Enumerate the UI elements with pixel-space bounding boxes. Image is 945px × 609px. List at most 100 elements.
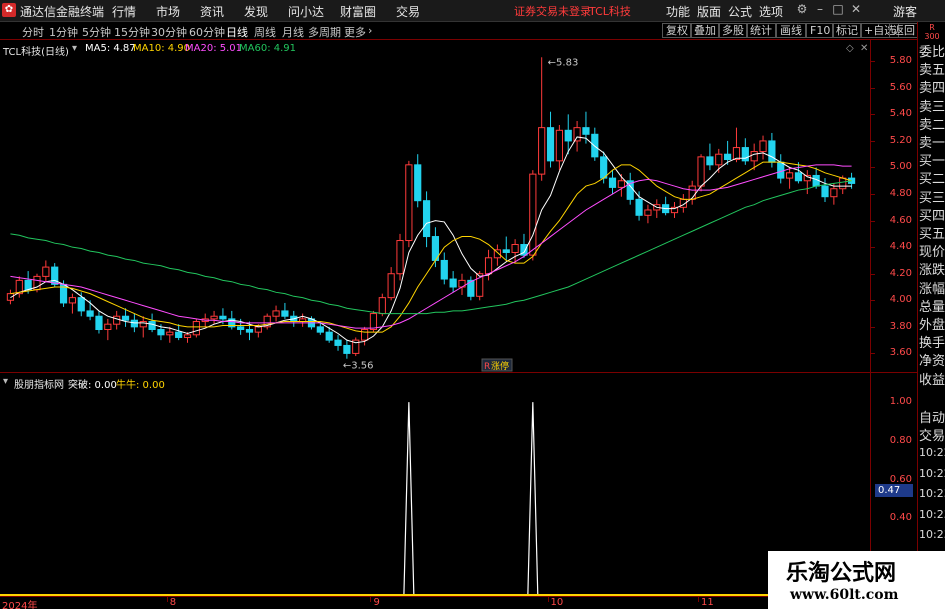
menu-item-function[interactable]: 功能: [666, 3, 690, 20]
quote-field-label: 买三: [919, 190, 945, 206]
menu-item-quotes[interactable]: 行情: [112, 3, 136, 20]
price-tick-mark: [871, 220, 875, 222]
date-tick-label: 10: [550, 597, 564, 608]
period-30min[interactable]: 30分钟: [151, 24, 187, 40]
quote-field-label: 收益: [919, 372, 945, 388]
quote-field-label[interactable]: 自动: [919, 412, 945, 426]
candle-body: [546, 127, 555, 162]
candle-body: [608, 177, 617, 188]
maximize-icon[interactable]: □: [830, 2, 846, 16]
price-tick-label: 3.80: [889, 320, 912, 332]
toolbar-back[interactable]: 返回: [889, 23, 919, 38]
candle-body: [715, 153, 723, 166]
toolbar-draw-line[interactable]: 画线: [776, 23, 806, 38]
trade-login-status[interactable]: 证券交易未登录: [514, 3, 591, 19]
price-tick-label: 4.00: [889, 294, 912, 306]
toolbar-multi-stock[interactable]: 多股: [718, 23, 748, 38]
candle-body: [839, 177, 847, 190]
period-monthly[interactable]: 月线: [282, 24, 304, 40]
quote-field-label: 委比: [919, 45, 945, 60]
menu-item-trade[interactable]: 交易: [396, 3, 420, 20]
price-tick-label: 4.80: [889, 188, 912, 200]
price-tick-mark: [871, 140, 875, 142]
menu-item-options[interactable]: 选项: [759, 3, 783, 20]
price-tick-mark: [871, 87, 875, 89]
quote-field-label[interactable]: 交易: [919, 430, 945, 444]
menu-item-assistant[interactable]: 问小达: [288, 3, 324, 20]
minimize-icon[interactable]: –: [812, 2, 828, 16]
candle-body: [405, 164, 413, 242]
quote-panel[interactable]: R 300 委比 卖五 卖四 卖三 卖二 卖一 买一 买二 买三 买四 买五 现价 涨跌 涨幅 总量 外盘 换手…: [917, 22, 945, 609]
candle-body: [697, 156, 705, 187]
candle-body: [529, 173, 537, 256]
price-tick-label: 5.80: [889, 55, 912, 67]
dropdown-circle-icon[interactable]: ▾: [72, 43, 77, 54]
candle-body: [77, 297, 85, 312]
price-tick-label: 4.60: [889, 214, 912, 226]
candle-body: [42, 266, 50, 277]
close-icon[interactable]: ✕: [848, 2, 864, 16]
quote-field-label: 买四: [919, 208, 945, 224]
settings-icon[interactable]: ⚙: [794, 2, 810, 16]
collapse-diamond-icon[interactable]: ◇: [846, 43, 854, 54]
guest-user[interactable]: 游客: [893, 3, 917, 20]
breakout-signal-spike: [403, 402, 415, 597]
tick-time: 10:23: [919, 507, 945, 521]
period-multi[interactable]: 多周期: [308, 24, 341, 40]
quote-panel-code: 300: [924, 32, 940, 41]
candle-body: [6, 293, 15, 301]
watermark-url: www.60lt.com: [790, 587, 899, 603]
menu-item-layout[interactable]: 版面: [697, 3, 721, 20]
period-15min[interactable]: 15分钟: [114, 24, 150, 40]
menu-item-news[interactable]: 资讯: [200, 3, 224, 20]
date-tick-mark: [166, 597, 168, 602]
candle-body: [68, 297, 77, 304]
toolbar-mark[interactable]: 标记: [832, 23, 862, 38]
period-timeshare[interactable]: 分时: [22, 24, 44, 40]
kline-plot[interactable]: ←5.83 ←3.56 R 涨停: [0, 40, 870, 372]
period-daily[interactable]: 日线: [226, 24, 248, 40]
indicator-pane[interactable]: ▾ 股朋指标网 突破: 0.00 牛牛: 0.00: [0, 373, 870, 597]
candle-body: [759, 140, 767, 153]
period-more[interactable]: 更多: [344, 24, 366, 40]
toolbar-restore-rights[interactable]: 复权: [662, 23, 692, 38]
candle-body: [564, 129, 572, 142]
price-tick-mark: [871, 326, 875, 328]
ma60-line: [10, 180, 852, 315]
candle-body: [830, 188, 838, 198]
price-tick-mark: [871, 167, 875, 169]
toolbar-statistics[interactable]: 统计: [746, 23, 776, 38]
toolbar-overlay[interactable]: 叠加: [690, 23, 720, 38]
watermark-title: 乐淘公式网: [786, 560, 897, 586]
kline-chart[interactable]: ←5.83 ←3.56 R 涨停 TCL科技(日线) ▾ MA5: 4.87 MA10…: [0, 40, 870, 372]
quote-field-label: 涨跌: [919, 263, 945, 279]
candle-body: [440, 259, 448, 280]
period-1min[interactable]: 1分钟: [49, 24, 78, 40]
chart-title: TCL科技(日线): [3, 47, 69, 58]
candle-body: [741, 147, 749, 162]
price-tick-label: 5.40: [889, 108, 912, 120]
price-tick-label: 5.60: [889, 81, 912, 93]
price-tick-mark: [871, 273, 875, 275]
candle-body: [555, 129, 563, 162]
candle-body: [777, 161, 785, 179]
chevron-right-icon[interactable]: ›: [368, 24, 372, 37]
period-weekly[interactable]: 周线: [254, 24, 276, 40]
app-title: 通达信金融终端: [20, 5, 105, 19]
tick-time: 10:23: [919, 528, 945, 542]
tick-time: 10:23: [919, 487, 945, 501]
menu-item-market[interactable]: 市场: [156, 3, 180, 20]
date-tick-mark: [698, 597, 700, 602]
menu-item-community[interactable]: 财富圈: [340, 3, 376, 20]
menu-item-discover[interactable]: 发现: [244, 3, 268, 20]
menu-item-formula[interactable]: 公式: [728, 3, 752, 20]
quote-field-label: 外盘: [919, 318, 945, 333]
period-60min[interactable]: 60分钟: [189, 24, 225, 40]
quote-field-label: 买一: [919, 154, 945, 170]
date-tick-label: 2024年: [2, 601, 38, 609]
indicator-dropdown-icon[interactable]: ▾: [3, 376, 8, 387]
indicator-plot[interactable]: [0, 373, 870, 597]
close-pane-icon[interactable]: ✕: [860, 43, 868, 54]
period-5min[interactable]: 5分钟: [82, 24, 111, 40]
toolbar-f10[interactable]: F10: [806, 23, 835, 38]
